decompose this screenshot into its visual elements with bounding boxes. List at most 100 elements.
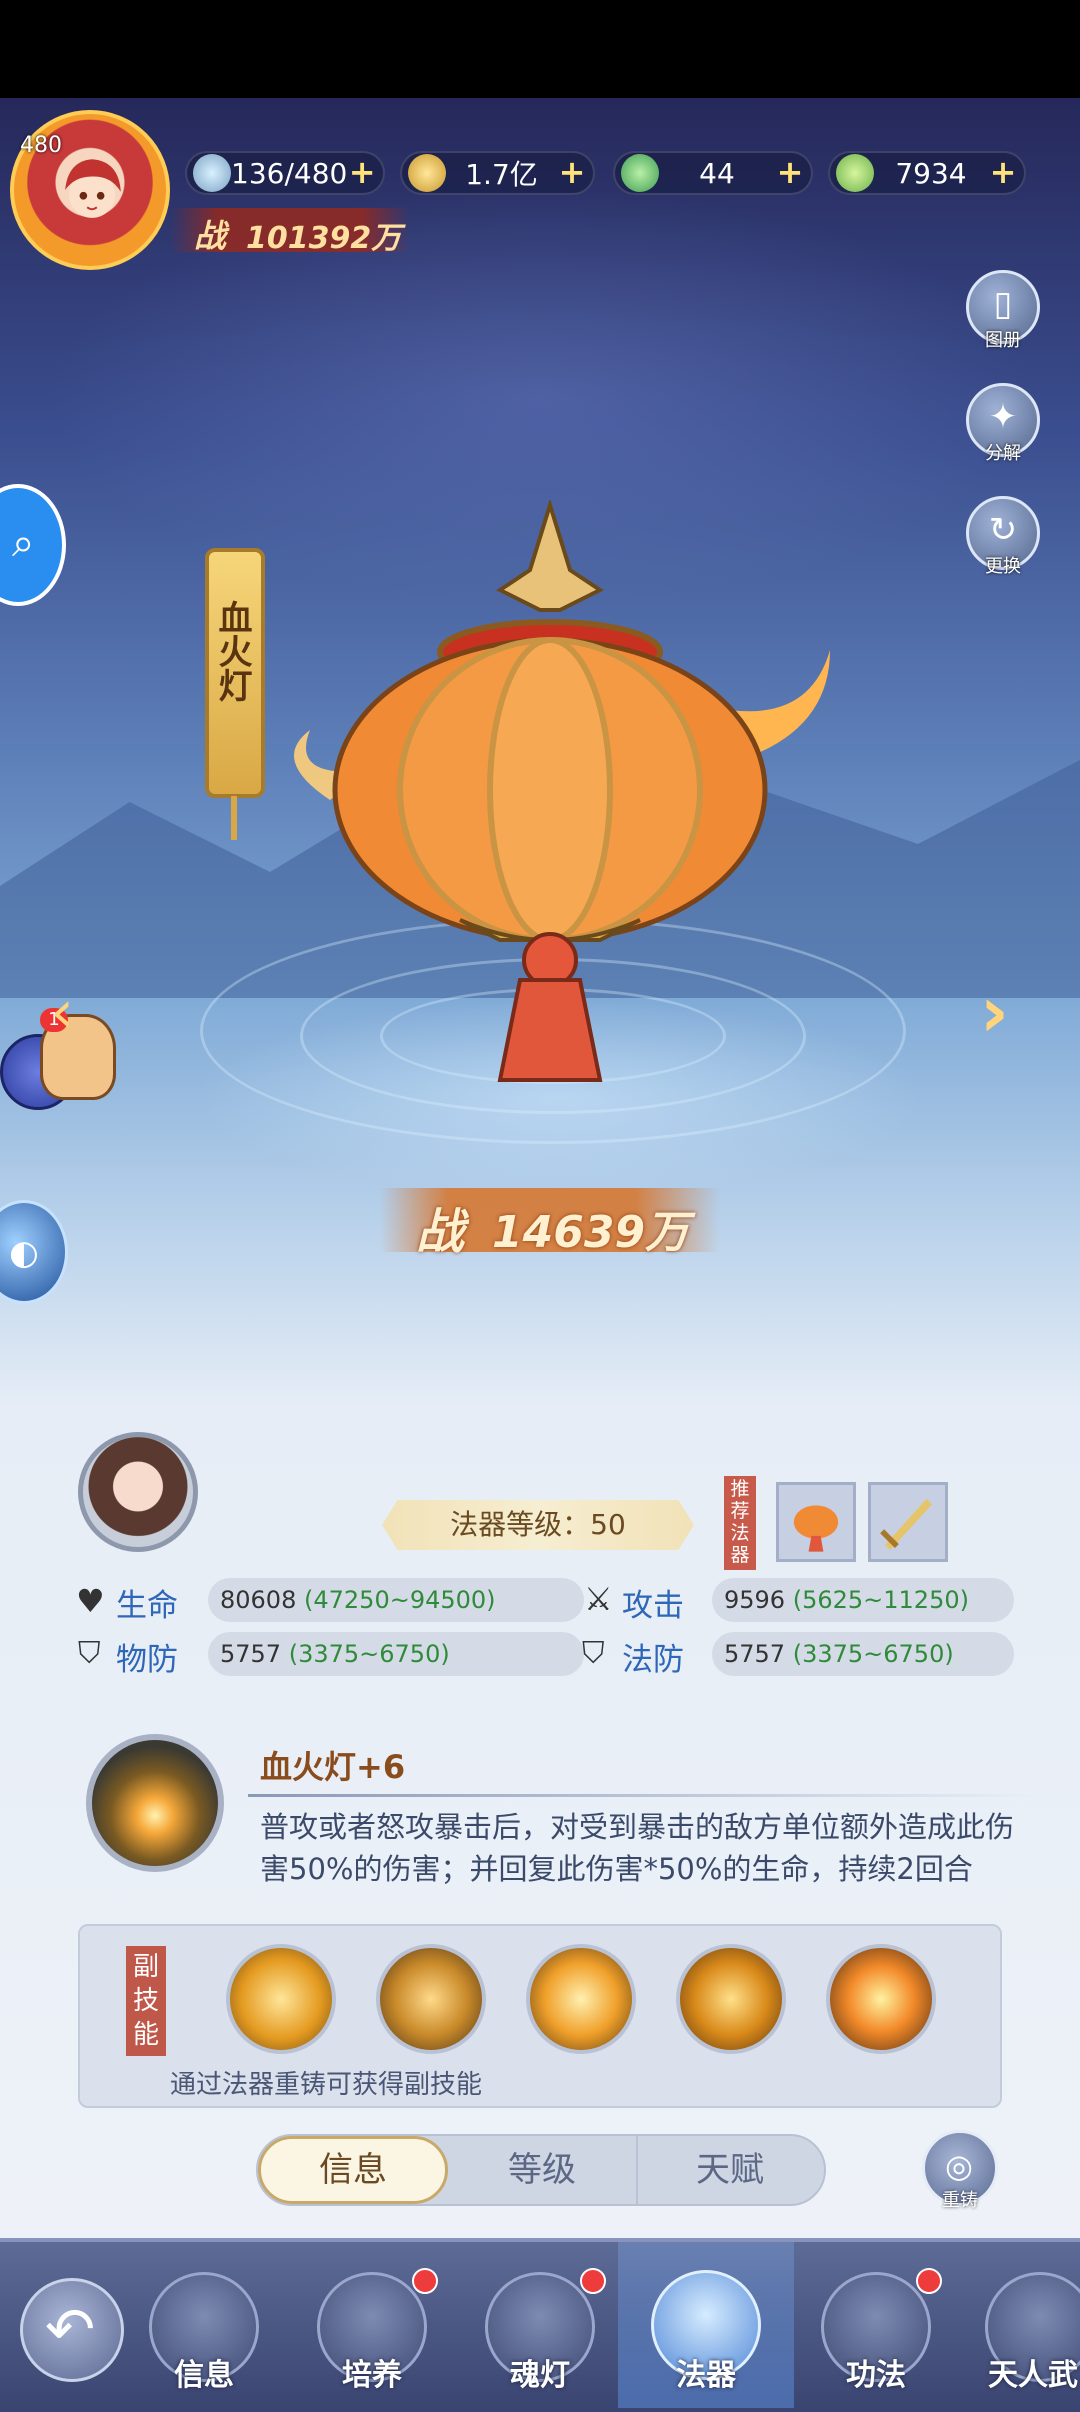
jade-icon — [621, 154, 659, 192]
stat-mdef-range: (3375~6750) — [792, 1640, 954, 1668]
nav-soul-lamp-label: 魂灯 — [510, 2358, 570, 2393]
nav-info-label: 信息 — [174, 2358, 234, 2393]
stat-pdef: ⛉ 物防 5757 (3375~6750) — [76, 1632, 584, 1682]
resource-jade[interactable]: 44 + — [613, 151, 813, 195]
nav-item-train[interactable]: 培养 — [302, 2268, 442, 2408]
scroll-tassel — [231, 796, 237, 840]
stat-atk: ⚔ 攻击 9596 (5625~11250) — [580, 1578, 1020, 1628]
stat-mdef-label: 法防 — [622, 1642, 684, 1678]
owner-avatar[interactable] — [78, 1432, 198, 1552]
player-power-value: 101392万 — [246, 221, 402, 256]
stat-atk-box: 9596 (5625~11250) — [712, 1578, 1014, 1622]
main-skill-icon[interactable] — [86, 1734, 224, 1872]
artifact-power-banner: 战 14639万 — [380, 1188, 720, 1260]
main-skill-desc: 普攻或者怒攻暴击后，对受到暴击的敌方单位额外造成此伤害50%的伤害；并回复此伤害… — [260, 1810, 1015, 1886]
next-artifact-button[interactable]: › — [980, 972, 1040, 1052]
swap-icon: ↻ — [988, 510, 1018, 550]
stat-mdef-base: 5757 — [724, 1640, 786, 1668]
stat-hp-box: 80608 (47250~94500) — [208, 1578, 584, 1622]
stat-pdef-box: 5757 (3375~6750) — [208, 1632, 584, 1676]
artifact-level-badge: 法器等级：50 — [382, 1500, 694, 1550]
artifact-power-label: 战 — [416, 1204, 465, 1260]
artifact-power-value: 14639万 — [492, 1207, 690, 1258]
sub-skill-note: 通过法器重铸可获得副技能 — [170, 2070, 483, 2100]
nav-skill-label: 功法 — [846, 2358, 906, 2393]
player-power-banner: 战 101392万 — [170, 208, 410, 256]
player-power-label: 战 — [194, 217, 227, 255]
stat-pdef-label: 物防 — [116, 1642, 178, 1678]
add-jade-button[interactable]: + — [775, 156, 805, 188]
planet-icon: ◐ — [9, 1233, 39, 1273]
tab-level[interactable]: 等级 — [448, 2136, 638, 2204]
sword-thumb-icon — [880, 1498, 933, 1550]
nav-item-tianren[interactable]: 天人武 — [970, 2268, 1080, 2408]
nav-skill-badge — [916, 2268, 942, 2294]
stamina-icon — [193, 154, 231, 192]
leaf-icon — [836, 154, 874, 192]
stat-hp: ♥ 生命 80608 (47250~94500) — [76, 1578, 584, 1628]
magic-shield-icon: ⛉ — [582, 1636, 605, 1671]
sub-skill-slot-1[interactable] — [226, 1944, 336, 2054]
coin-icon — [408, 154, 446, 192]
sub-skill-tag: 副技能 — [126, 1946, 166, 2056]
swap-label: 更换 — [985, 556, 1021, 577]
stat-pdef-range: (3375~6750) — [288, 1640, 450, 1668]
tab-talent[interactable]: 天赋 — [636, 2136, 824, 2204]
stat-mdef: ⛉ 法防 5757 (3375~6750) — [580, 1632, 1020, 1682]
lantern-artifact-icon[interactable] — [270, 500, 830, 1100]
nav-item-info[interactable]: 信息 — [134, 2268, 274, 2408]
stat-mdef-box: 5757 (3375~6750) — [712, 1632, 1014, 1676]
search-icon: ⌕ — [12, 520, 35, 566]
resource-stamina[interactable]: 136/480 + — [185, 151, 385, 195]
nav-soul-lamp-badge — [580, 2268, 606, 2294]
sub-skill-slot-3[interactable] — [526, 1944, 636, 2054]
recommend-artifact-lantern[interactable] — [776, 1482, 856, 1562]
add-stamina-button[interactable]: + — [347, 156, 377, 188]
sub-skill-slot-5[interactable] — [826, 1944, 936, 2054]
stat-pdef-base: 5757 — [220, 1640, 282, 1668]
album-icon: ▯ — [993, 284, 1013, 324]
nav-tianren-label: 天人武 — [988, 2358, 1078, 2393]
nav-item-skill[interactable]: 功法 — [806, 2268, 946, 2408]
stat-hp-base: 80608 — [220, 1586, 297, 1614]
sub-skill-slot-4[interactable] — [676, 1944, 786, 2054]
lantern-thumb-icon — [793, 1505, 839, 1552]
player-level: 480 — [20, 133, 62, 158]
heart-icon: ♥ — [76, 1582, 105, 1620]
nav-item-soul-lamp[interactable]: 魂灯 — [470, 2268, 610, 2408]
sub-skill-label: 副技能 — [132, 1952, 159, 2050]
resource-leaf-value: 7934 — [895, 156, 967, 190]
sub-skill-slot-2[interactable] — [376, 1944, 486, 2054]
tab-info-label: 信息 — [319, 2150, 387, 2190]
stat-atk-label: 攻击 — [622, 1588, 684, 1624]
add-leaf-button[interactable]: + — [988, 156, 1018, 188]
recommend-artifact-sword[interactable] — [868, 1482, 948, 1562]
resource-jade-value: 44 — [699, 156, 735, 190]
stat-hp-label: 生命 — [116, 1588, 178, 1624]
add-coin-button[interactable]: + — [557, 156, 587, 188]
prev-artifact-button[interactable]: ‹ — [50, 972, 90, 1052]
nav-artifact-label: 法器 — [676, 2358, 736, 2393]
recast-label: 重铸 — [942, 2190, 978, 2211]
resource-stamina-value: 136/480 — [231, 156, 348, 190]
resource-coin[interactable]: 1.7亿 + — [400, 151, 595, 195]
decompose-label: 分解 — [985, 443, 1021, 464]
artifact-name: 血火灯 — [212, 600, 252, 702]
status-bar — [0, 0, 1080, 98]
tab-level-label: 等级 — [508, 2150, 576, 2190]
recommend-tag: 推荐法器 — [724, 1476, 756, 1570]
sword-icon: ⚔ — [584, 1580, 613, 1618]
back-button[interactable]: ↶ — [20, 2278, 124, 2382]
recommend-label: 推荐法器 — [730, 1478, 750, 1566]
resource-leaf[interactable]: 7934 + — [828, 151, 1026, 195]
nav-item-artifact[interactable]: 法器 — [618, 2242, 794, 2408]
resource-coin-value: 1.7亿 — [465, 158, 538, 191]
shield-icon: ⛉ — [78, 1636, 101, 1671]
tab-talent-label: 天赋 — [696, 2150, 764, 2190]
skill-divider — [248, 1794, 1038, 1797]
tab-info[interactable]: 信息 — [258, 2136, 448, 2204]
nav-train-label: 培养 — [342, 2358, 402, 2393]
stat-hp-range: (47250~94500) — [304, 1586, 496, 1614]
album-label: 图册 — [985, 330, 1021, 351]
artifact-level-text: 法器等级：50 — [450, 1508, 626, 1541]
